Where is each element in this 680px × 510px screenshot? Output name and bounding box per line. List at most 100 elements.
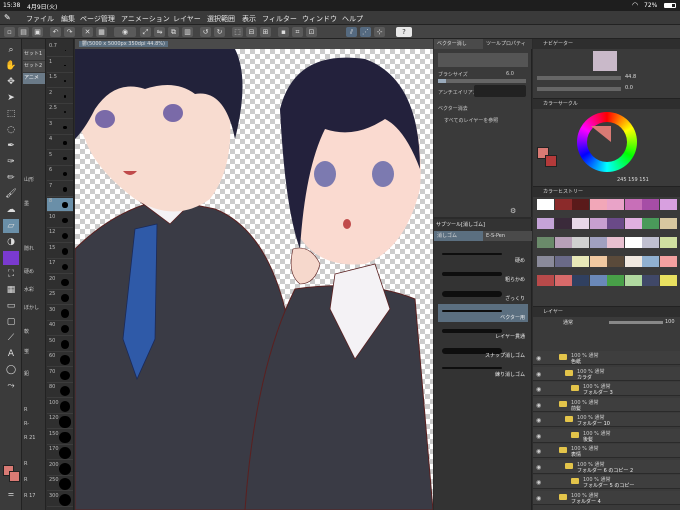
saturation-triangle[interactable]	[591, 126, 611, 158]
brush-size-option[interactable]: 30	[47, 307, 73, 321]
pencil-icon[interactable]: ✏	[3, 171, 19, 185]
ruler-tool-icon[interactable]: ⟋	[3, 331, 19, 345]
antialias-selector[interactable]	[474, 85, 526, 97]
color-history-swatch[interactable]	[572, 237, 589, 248]
brush-size-option[interactable]: 0.7	[47, 43, 73, 57]
menu-help[interactable]: ヘルプ	[342, 14, 363, 24]
paste-icon[interactable]: ▥	[182, 27, 193, 37]
settings-icon[interactable]: ⚙	[510, 207, 516, 215]
brush-size-option[interactable]: 60	[47, 353, 73, 367]
selection-icon[interactable]: ⬚	[3, 107, 19, 121]
brush-size-option[interactable]: 2.5	[47, 105, 73, 119]
move-icon[interactable]: ✥	[3, 75, 19, 89]
visibility-eye-icon[interactable]: ◉	[536, 417, 541, 424]
color-history-swatch[interactable]	[642, 218, 659, 229]
eyedropper-icon[interactable]: ✒	[3, 139, 19, 153]
color-history-swatch[interactable]	[642, 275, 659, 286]
brush-size-option[interactable]: 250	[47, 477, 73, 491]
brush-size-option[interactable]: 40	[47, 322, 73, 336]
visibility-eye-icon[interactable]: ◉	[536, 355, 541, 362]
brush-size-option[interactable]: 3	[47, 121, 73, 135]
subtool-item[interactable]: 硬め	[24, 267, 44, 278]
color-history-swatch[interactable]	[624, 275, 642, 286]
brush-size-option[interactable]: 15	[47, 245, 73, 259]
color-history-swatch[interactable]	[659, 256, 677, 267]
figure-icon[interactable]: ▭	[3, 299, 19, 313]
color-history-swatch[interactable]	[607, 237, 624, 248]
eraser-brush-item[interactable]: レイヤー貫通	[438, 323, 528, 341]
color-history-swatch[interactable]	[572, 275, 589, 286]
snap-special-icon[interactable]: ⋰	[360, 27, 371, 37]
redo-icon[interactable]: ↷	[64, 27, 75, 37]
color-history-swatch[interactable]	[554, 275, 572, 286]
navigator-thumbnail[interactable]	[593, 51, 617, 71]
color-history-swatch[interactable]	[537, 256, 554, 267]
menu-view[interactable]: 表示	[242, 14, 256, 24]
eraser-brush-item[interactable]: ベクター用	[438, 304, 528, 322]
subtool-tab-set1[interactable]: セット1	[23, 49, 45, 60]
grid-icon[interactable]: ▦	[96, 27, 107, 37]
layer-row[interactable]: ◉ 100 % 通常 フォルダー 4	[533, 490, 680, 505]
rotation-slider[interactable]	[537, 87, 621, 91]
tab-vector-eraser[interactable]: ベクター消し	[434, 39, 483, 49]
color-history-swatch[interactable]	[607, 199, 624, 210]
brush-icon[interactable]: 🖌	[3, 187, 19, 201]
subtool-item[interactable]: R	[24, 459, 44, 470]
color-history-swatch[interactable]	[607, 256, 624, 267]
brush-size-option[interactable]: 10	[47, 214, 73, 228]
lasso-icon[interactable]: ◌	[3, 123, 19, 137]
color-history-swatch[interactable]	[537, 199, 554, 210]
brush-size-option[interactable]: 120	[47, 415, 73, 429]
brush-size-option[interactable]: 80	[47, 384, 73, 398]
color-history-swatch[interactable]	[589, 237, 607, 248]
app-logo-icon[interactable]: ✎	[4, 13, 11, 22]
color-history-swatch[interactable]	[589, 199, 607, 210]
operation-icon[interactable]: ➤	[3, 91, 19, 105]
subtool-item[interactable]: R	[24, 475, 44, 486]
color-history-swatch[interactable]	[624, 256, 642, 267]
visibility-eye-icon[interactable]: ◉	[536, 371, 541, 378]
color-history-swatch[interactable]	[572, 199, 589, 210]
layer-row[interactable]: ◉ 100 % 通常 表情	[533, 444, 680, 458]
menu-page-management[interactable]: ページ管理	[80, 14, 115, 24]
rotate-right-icon[interactable]: ↻	[214, 27, 225, 37]
eraser-brush-item[interactable]: ざっくり	[438, 285, 528, 303]
brush-size-option[interactable]: 100	[47, 400, 73, 414]
brush-size-option[interactable]: 150	[47, 431, 73, 445]
visibility-eye-icon[interactable]: ◉	[536, 495, 541, 502]
visibility-eye-icon[interactable]: ◉	[536, 386, 541, 393]
subtool-item[interactable]: 軟	[24, 327, 44, 338]
layer-row[interactable]: ◉ 100 % 通常 前髪	[533, 397, 680, 412]
correct-line-icon[interactable]: ⤳	[3, 379, 19, 393]
all-layers-label[interactable]: すべてのレイヤーを参照	[444, 117, 498, 124]
copy-icon[interactable]: ⧉	[168, 27, 179, 37]
brush-size-option[interactable]: 6	[47, 167, 73, 181]
sub-color-chip[interactable]	[9, 471, 20, 482]
color-history-swatch[interactable]	[607, 275, 624, 286]
help-icon[interactable]: ?	[396, 27, 412, 37]
menu-window[interactable]: ウィンドウ	[302, 14, 337, 24]
menu-edit[interactable]: 編集	[61, 14, 75, 24]
eraser-brush-item[interactable]: 硬め	[438, 247, 528, 265]
subtool-tab-anime[interactable]: アニメ	[23, 73, 45, 84]
subtool-item[interactable]: 山形	[24, 175, 44, 186]
eraser-brush-item[interactable]: 練り消しゴム	[438, 361, 528, 379]
gradient-icon[interactable]: ▦	[3, 283, 19, 297]
layer-row[interactable]: ◉ 100 % 通常 フォルダー 3	[533, 382, 680, 396]
undo-icon[interactable]: ↶	[50, 27, 61, 37]
zoom-slider[interactable]	[537, 76, 621, 80]
blend-mode-select[interactable]: 通常	[563, 319, 573, 326]
menu-filter[interactable]: フィルター	[262, 14, 297, 24]
color-history-swatch[interactable]	[659, 275, 677, 286]
save-icon[interactable]: ▣	[32, 27, 43, 37]
color-tool-icon[interactable]	[3, 251, 19, 265]
subtool-item[interactable]: R	[24, 405, 44, 416]
subtool-item[interactable]: 水彩	[24, 285, 44, 296]
color-history-swatch[interactable]	[624, 199, 642, 210]
tab-eraser[interactable]: 消しゴム	[434, 231, 483, 241]
color-history-swatch[interactable]	[572, 256, 589, 267]
brush-size-option[interactable]: 1	[47, 59, 73, 73]
brush-size-option[interactable]: 5	[47, 152, 73, 166]
brush-size-option[interactable]: 20	[47, 276, 73, 290]
brush-size-option[interactable]: 1.5	[47, 74, 73, 88]
